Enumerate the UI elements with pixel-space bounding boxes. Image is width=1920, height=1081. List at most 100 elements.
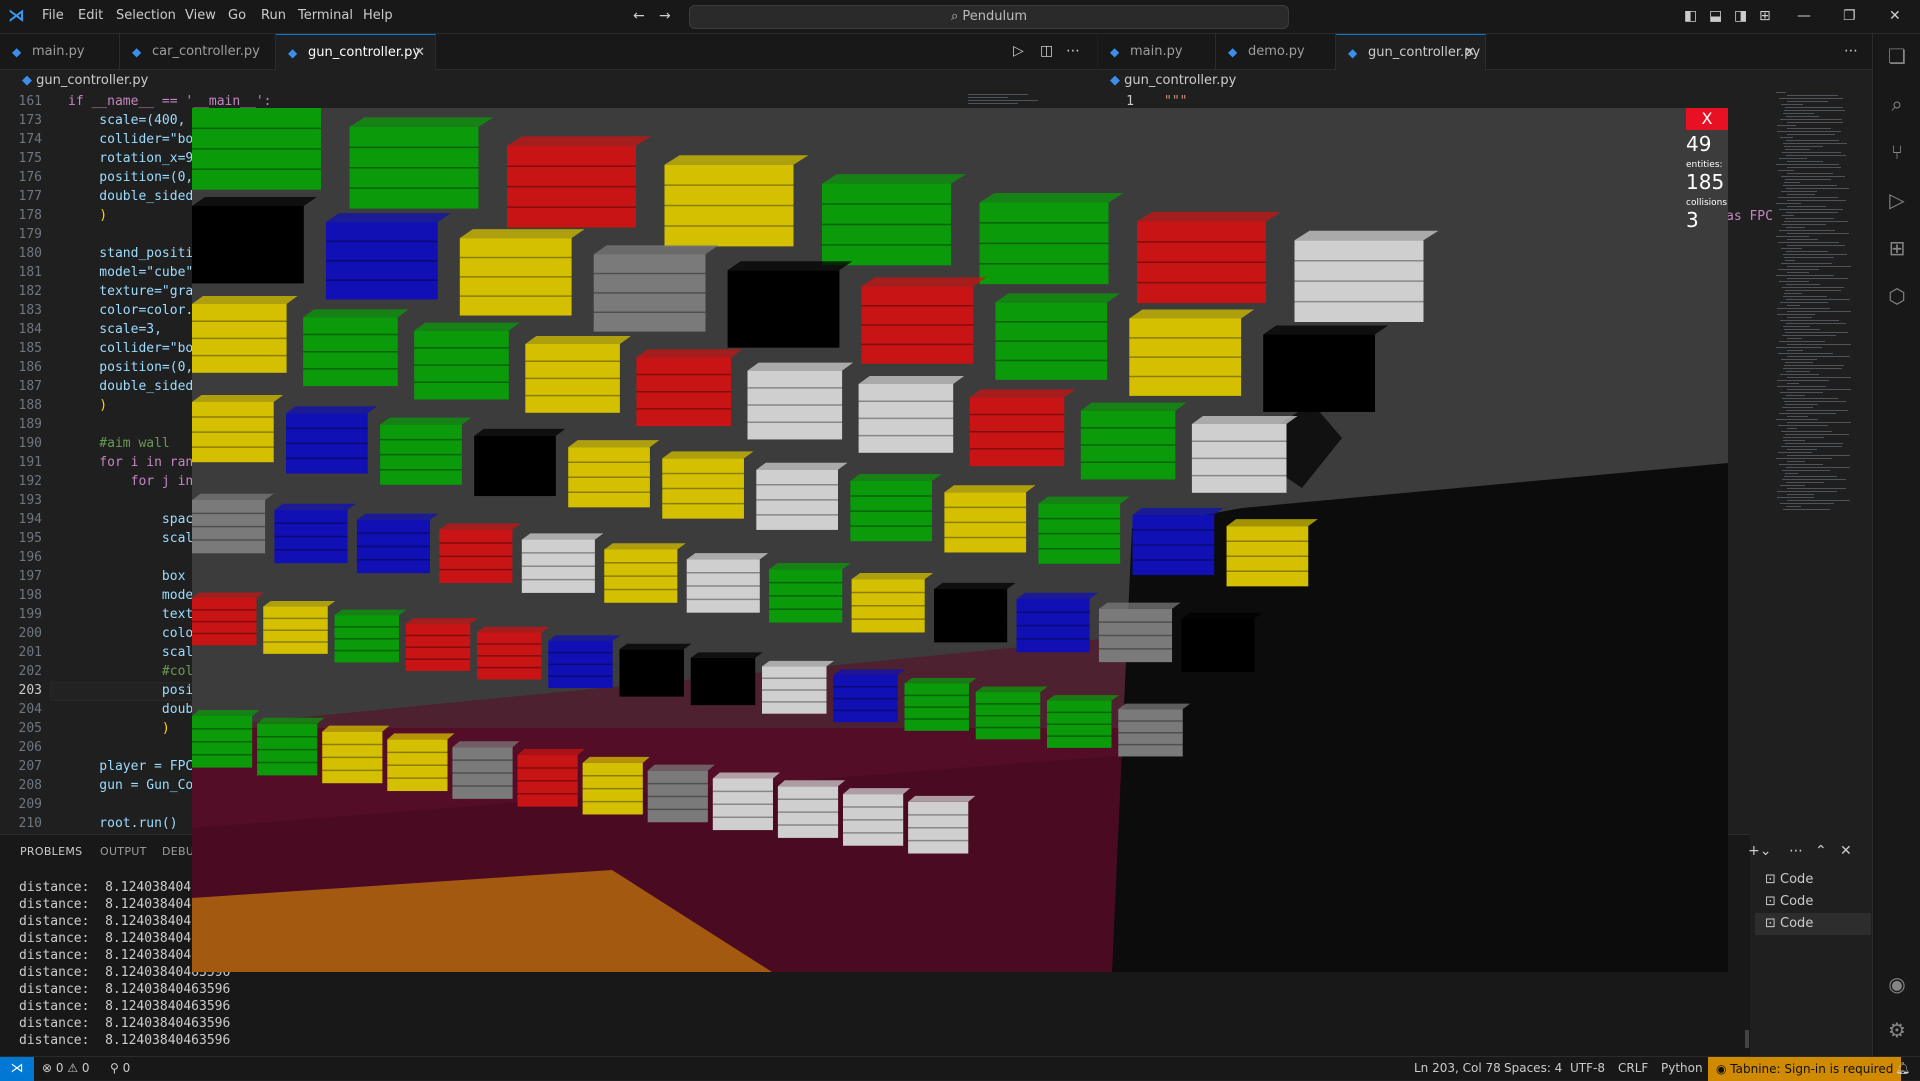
menu-edit[interactable]: Edit: [78, 8, 103, 23]
close-game-button[interactable]: X: [1686, 108, 1728, 130]
extensions-icon[interactable]: ⊞: [1885, 236, 1909, 260]
minimap-line: [1783, 185, 1837, 186]
line-number: 184: [18, 322, 42, 337]
collisions-label: collisions:: [1686, 198, 1728, 208]
collisions-counter: 3: [1686, 208, 1699, 232]
split-editor-icon[interactable]: ◫: [1040, 43, 1053, 59]
terminal-instance-active[interactable]: ⊡ Code: [1755, 913, 1871, 935]
encoding[interactable]: UTF-8: [1570, 1061, 1605, 1075]
brick-cube: [325, 213, 451, 300]
code-line: doub: [68, 702, 194, 717]
minimap-line: [1786, 251, 1828, 252]
close-tab-icon[interactable]: ✕: [414, 35, 425, 71]
minimap-right[interactable]: [1776, 92, 1856, 512]
breadcrumb[interactable]: ◆ gun_controller.py: [22, 70, 148, 92]
brick-cube: [192, 395, 284, 463]
minimap-line: [1784, 221, 1848, 222]
problems-indicator[interactable]: ⊗ 0 ⚠ 0: [42, 1061, 90, 1075]
tab-gun-controller-right[interactable]: ◆ gun_controller.py ✕: [1336, 34, 1486, 70]
restore-icon[interactable]: ❐: [1843, 8, 1856, 24]
python-file-icon: ◆: [1348, 46, 1358, 60]
brick-cube: [568, 440, 660, 508]
terminal-icon: ⊡: [1765, 916, 1781, 931]
menu-terminal[interactable]: Terminal: [298, 8, 353, 23]
line-number: 180: [18, 246, 42, 261]
tab-demo[interactable]: ◆ demo.py: [1216, 34, 1336, 70]
command-center-search[interactable]: ⌕ Pendulum: [689, 5, 1289, 29]
terminal-scrollbar[interactable]: [1745, 1030, 1749, 1048]
tab-problems[interactable]: PROBLEMS: [20, 845, 82, 858]
line-number: 196: [18, 550, 42, 565]
toggle-panel-icon[interactable]: ⬓: [1709, 8, 1722, 24]
tab-output[interactable]: OUTPUT: [100, 845, 147, 858]
minimap-line: [1781, 263, 1832, 264]
bell-icon[interactable]: 🔔︎: [1895, 1061, 1910, 1075]
toggle-sidebar-icon[interactable]: ◧: [1684, 8, 1697, 24]
explorer-icon[interactable]: ❏: [1885, 44, 1909, 68]
maximize-panel-icon[interactable]: ⌃: [1815, 843, 1827, 859]
minimap-line: [1776, 347, 1822, 348]
minimap-line: [1785, 362, 1813, 363]
minimap-line: [1785, 434, 1849, 435]
more-actions-icon[interactable]: ⋯: [1066, 43, 1080, 59]
minimap-line: [1787, 128, 1831, 129]
game-window[interactable]: X 49 entities: 185 collisions: 3: [192, 108, 1728, 972]
tab-gun-controller[interactable]: ◆ gun_controller.py ✕: [276, 34, 436, 70]
search-icon[interactable]: ⌕: [1885, 92, 1909, 116]
terminal-instance[interactable]: ⊡ Code: [1755, 891, 1871, 913]
tab-car-controller[interactable]: ◆ car_controller.py: [120, 34, 276, 70]
tab-main-right[interactable]: ◆ main.py: [1098, 34, 1216, 70]
minimap-line: [1776, 203, 1801, 204]
end-of-line[interactable]: CRLF: [1618, 1061, 1648, 1075]
terminal-instance[interactable]: ⊡ Code: [1755, 869, 1871, 891]
close-tab-icon[interactable]: ✕: [1464, 35, 1475, 71]
breadcrumb-file: gun_controller.py: [1124, 73, 1237, 88]
indentation[interactable]: Spaces: 4: [1504, 1061, 1562, 1075]
menu-view[interactable]: View: [185, 8, 216, 23]
toggle-secondary-sidebar-icon[interactable]: ◨: [1734, 8, 1747, 24]
minimize-icon[interactable]: —: [1797, 8, 1811, 24]
brick-cube: [727, 261, 853, 348]
minimap-line: [1784, 476, 1837, 477]
more-actions-icon[interactable]: ⋯: [1789, 843, 1803, 859]
minimap-line: [1784, 329, 1820, 330]
code-line: #col: [68, 664, 194, 679]
ports-indicator[interactable]: ⚲ 0: [110, 1061, 130, 1075]
forward-icon[interactable]: →: [659, 8, 671, 24]
more-actions-icon[interactable]: ⋯: [1844, 43, 1858, 59]
remote-indicator-icon[interactable]: ⋊: [0, 1057, 34, 1081]
settings-icon[interactable]: ⚙: [1885, 1018, 1909, 1042]
customize-layout-icon[interactable]: ⊞: [1759, 8, 1771, 24]
menu-go[interactable]: Go: [228, 8, 246, 23]
tab-label: main.py: [1130, 44, 1183, 59]
code-line: position=(0,: [68, 360, 194, 375]
game-viewport[interactable]: [192, 108, 1728, 972]
breadcrumb-right[interactable]: ◆ gun_controller.py: [1110, 70, 1236, 92]
menu-file[interactable]: File: [42, 8, 64, 23]
language-mode[interactable]: Python: [1661, 1061, 1703, 1075]
close-panel-icon[interactable]: ✕: [1840, 843, 1852, 859]
minimap-line: [1780, 485, 1805, 486]
line-number: 193: [18, 493, 42, 508]
new-terminal-icon[interactable]: +⌄: [1748, 843, 1771, 859]
source-control-icon[interactable]: ⑂: [1885, 140, 1909, 164]
minimap-line: [1786, 155, 1846, 156]
minimap-line: [1782, 287, 1844, 288]
back-icon[interactable]: ←: [633, 8, 645, 24]
remote-explorer-icon[interactable]: ⬡: [1885, 284, 1909, 308]
minimap-line: [1777, 308, 1830, 309]
line-number: 186: [18, 360, 42, 375]
menu-run[interactable]: Run: [261, 8, 286, 23]
run-file-icon[interactable]: ▷: [1013, 43, 1024, 59]
close-window-icon[interactable]: ✕: [1889, 8, 1901, 24]
minimap-line: [1787, 305, 1800, 306]
activity-bar: ❏ ⌕ ⑂ ▷ ⊞ ⬡ ◉ ⚙: [1872, 34, 1920, 1056]
tab-main[interactable]: ◆ main.py: [0, 34, 120, 70]
run-debug-icon[interactable]: ▷: [1885, 188, 1909, 212]
cursor-position[interactable]: Ln 203, Col 78: [1414, 1061, 1501, 1075]
menu-help[interactable]: Help: [363, 8, 393, 23]
code-line: text: [68, 607, 194, 622]
menu-selection[interactable]: Selection: [116, 8, 176, 23]
tabnine-status[interactable]: ◉ Tabnine: Sign-in is required: [1708, 1057, 1902, 1081]
account-icon[interactable]: ◉: [1885, 972, 1909, 996]
